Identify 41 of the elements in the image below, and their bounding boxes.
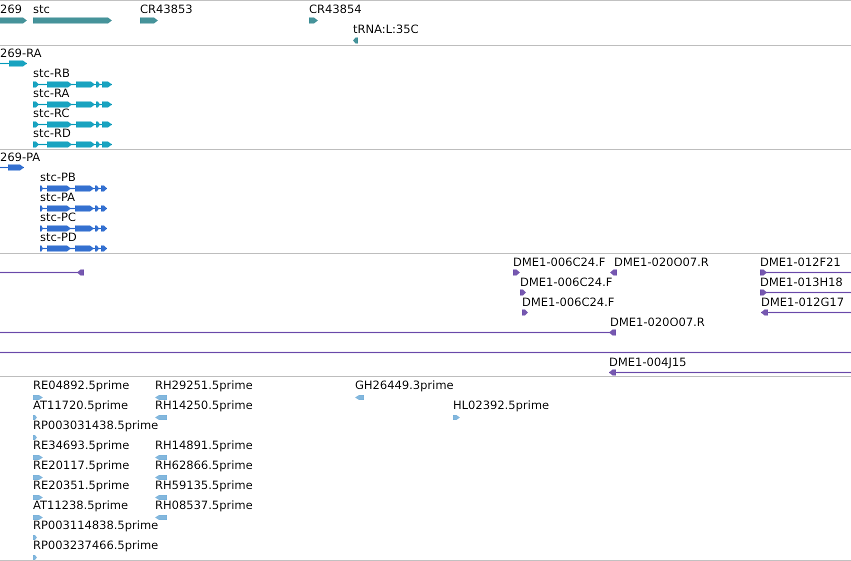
feature-label: RH62866.5prime	[155, 458, 253, 472]
feature-label: RE20351.5prime	[33, 478, 130, 492]
feature-label: HL02392.5prime	[453, 398, 550, 412]
feature-label: RP003031438.5prime	[33, 418, 158, 432]
feature-label: RE04892.5prime	[33, 378, 130, 392]
feature-label: 269-PA	[0, 150, 40, 164]
feature-label: DME1-004J15	[609, 355, 686, 369]
feature-label: RH29251.5prime	[155, 378, 253, 392]
feature-label: stc-PD	[40, 230, 77, 244]
feature-label: RH14250.5prime	[155, 398, 253, 412]
feature-label: tRNA:L:35C	[353, 22, 419, 36]
feature-label: RE20117.5prime	[33, 458, 130, 472]
feature-label: AT11238.5prime	[33, 498, 128, 512]
feature-label: stc-RA	[33, 86, 70, 100]
feature-label: RP003114838.5prime	[33, 518, 158, 532]
feature-label: stc-PA	[40, 190, 76, 204]
feature-label: DME1-020O07.R	[610, 315, 705, 329]
feature-label: stc-PB	[40, 170, 76, 184]
feature-label: DME1-020O07.R	[614, 255, 709, 269]
feature-label: 269-RA	[0, 46, 42, 60]
feature-label: stc-RD	[33, 126, 71, 140]
feature-label: RE34693.5prime	[33, 438, 130, 452]
feature-label: DME1-012G17	[761, 295, 844, 309]
feature-label: 269	[0, 2, 22, 16]
feature-label: stc-PC	[40, 210, 76, 224]
feature-label: RH59135.5prime	[155, 478, 253, 492]
feature-label: stc-RC	[33, 106, 70, 120]
feature-label: CR43853	[140, 2, 193, 16]
feature-label: DME1-006C24.F	[513, 255, 606, 269]
feature-label: stc-RB	[33, 66, 70, 80]
feature-label: RP003237466.5prime	[33, 538, 158, 552]
feature-label: CR43854	[309, 2, 362, 16]
feature-label: DME1-006C24.F	[522, 295, 614, 309]
feature-label: RH14891.5prime	[155, 438, 253, 452]
feature-label: DME1-006C24.F	[520, 275, 612, 289]
feature-label: AT11720.5prime	[33, 398, 128, 412]
feature-label: RH08537.5prime	[155, 498, 253, 512]
feature-label: DME1-013H18	[760, 275, 843, 289]
feature-label: stc	[33, 2, 50, 16]
feature-label: GH26449.3prime	[355, 378, 454, 392]
feature-label: DME1-012F21	[760, 255, 841, 269]
